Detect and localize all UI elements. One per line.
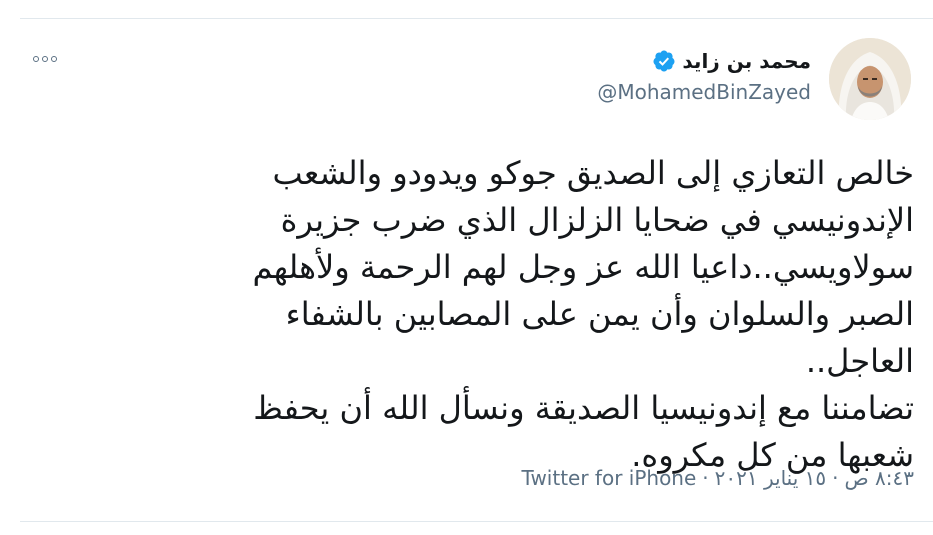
meta-separator-2: · [702,466,709,490]
tweet-text: خالص التعازي إلى الصديق جوكو ويدودو والش… [252,154,914,474]
author-header: محمد بن زايد @MohamedBinZayed [597,46,811,104]
author-handle[interactable]: @MohamedBinZayed [597,80,811,104]
tweet-time[interactable]: ٨:٤٣ ص [844,466,914,490]
meta-separator: · [832,466,839,490]
name-row: محمد بن زايد [597,46,811,76]
author-name[interactable]: محمد بن زايد [682,49,811,73]
more-options-button[interactable] [28,48,62,70]
tweet-card: محمد بن زايد @MohamedBinZayed خالص التعا… [0,0,933,535]
tweet-source-link[interactable]: Twitter for iPhone [522,466,697,490]
more-options-icon-dot [51,56,57,62]
avatar[interactable] [829,38,911,120]
more-options-icon-dot [42,56,48,62]
tweet-meta: ٨:٤٣ ص · ١٥ يناير ٢٠٢١ · Twitter for iPh… [522,466,914,490]
more-options-icon [33,56,39,62]
tweet-date[interactable]: ١٥ يناير ٢٠٢١ [715,466,826,490]
verified-badge-icon [653,50,675,72]
top-divider [20,18,933,19]
profile-photo-icon [829,38,911,120]
bottom-divider [20,521,933,522]
